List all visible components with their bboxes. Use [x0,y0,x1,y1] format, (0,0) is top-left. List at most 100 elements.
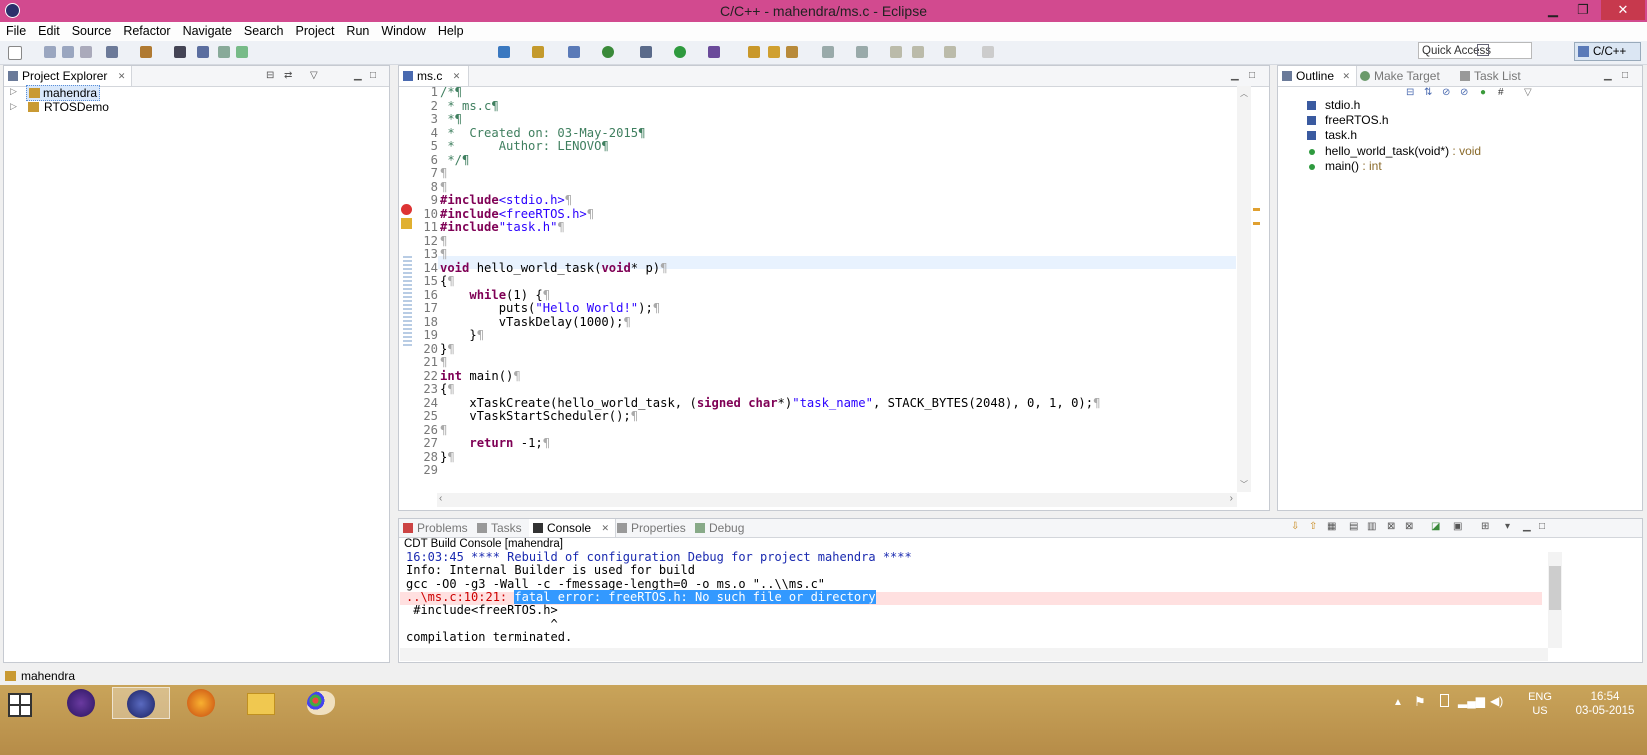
remove-all-icon[interactable]: ⊠ [1405,521,1413,532]
debug-tool-icon[interactable] [197,46,209,58]
open-perspective-icon[interactable] [1477,44,1489,56]
close-button[interactable]: ✕ [1601,0,1645,20]
code-editor[interactable]: 1/*¶ 2 * ms.c¶ 3 *¶ 4 * Created on: 03-May-… [410,85,1300,496]
menu-window[interactable]: Window [375,22,431,41]
view-menu-icon[interactable]: ▾ [1505,521,1510,532]
menu-run[interactable]: Run [340,22,375,41]
taskbar-file-explorer[interactable] [232,687,290,719]
input-language[interactable]: ENG US [1522,690,1558,718]
expand-arrow-icon[interactable]: ▷ [10,101,17,112]
tab-console[interactable]: Console ✕ [529,519,617,537]
minimize-view-icon[interactable]: ▁ [354,70,362,81]
taskbar-eclipse-1[interactable] [52,687,110,719]
debug-icon[interactable] [640,46,652,58]
close-tab-icon[interactable]: ✕ [118,66,126,86]
minimize-button[interactable]: ▁ [1538,0,1568,20]
menu-help[interactable]: Help [432,22,470,41]
menu-source[interactable]: Source [66,22,118,41]
new-folder-icon[interactable] [532,46,544,58]
sort-alpha-icon[interactable]: ⇅ [1424,87,1432,98]
flag-icon[interactable]: ⚑ [1414,694,1426,710]
open-folder-icon[interactable] [748,46,760,58]
open-type-icon[interactable] [768,46,780,58]
outline-include-item[interactable]: freeRTOS.h [1305,113,1389,128]
menu-refactor[interactable]: Refactor [117,22,176,41]
pin-icon[interactable] [982,46,994,58]
forward-icon[interactable] [944,46,956,58]
maximize-button[interactable]: ❐ [1568,0,1598,20]
scrollbar-thumb[interactable] [1549,566,1561,610]
print-icon[interactable] [80,46,92,58]
collapse-all-icon[interactable]: ⊟ [266,70,274,81]
tab-tasks[interactable]: Tasks [473,519,528,537]
expand-arrow-icon[interactable]: ▷ [10,86,17,97]
tree-item-rtosdemo[interactable]: RTOSDemo [26,100,111,114]
menu-project[interactable]: Project [290,22,341,41]
view-menu-icon[interactable]: ▽ [1524,87,1532,98]
outline-include-item[interactable]: task.h [1305,128,1357,143]
menu-file[interactable]: File [0,22,32,41]
outline-function-item[interactable]: hello_world_task(void*) : void [1305,144,1481,159]
tab-properties[interactable]: Properties [613,519,692,537]
show-when-output-icon[interactable]: ⇧ [1309,521,1317,532]
console-vertical-scrollbar[interactable] [1548,552,1562,648]
view-menu-icon[interactable]: ▽ [310,70,318,81]
volume-icon[interactable]: ◀) [1490,694,1503,708]
minimize-view-icon[interactable]: ▁ [1604,70,1612,81]
external-tools-icon[interactable] [708,46,720,58]
sort-icon[interactable]: ⊟ [1406,87,1414,98]
last-edit-icon[interactable] [890,46,902,58]
tab-task-list[interactable]: Task List [1456,66,1527,86]
menu-navigate[interactable]: Navigate [177,22,238,41]
system-clock[interactable]: 16:54 03-05-2015 [1568,690,1642,718]
minimize-view-icon[interactable]: ▁ [1523,521,1531,532]
refresh-icon[interactable] [602,46,614,58]
tab-project-explorer[interactable]: Project Explorer ✕ [4,66,133,86]
build-hammer-icon[interactable] [140,46,152,58]
close-tab-icon[interactable]: ✕ [453,66,461,86]
menu-search[interactable]: Search [238,22,290,41]
taskbar-eclipse-2[interactable] [112,687,170,719]
battery-icon[interactable] [1440,694,1449,707]
hide-nonpublic-icon[interactable]: ● [1480,87,1486,98]
taskbar-paint[interactable] [292,687,350,719]
back-icon[interactable] [912,46,924,58]
next-annotation-icon[interactable] [822,46,834,58]
new-file-icon[interactable] [8,46,22,60]
tree-item-mahendra[interactable]: mahendra [26,85,101,101]
maximize-view-icon[interactable]: □ [1249,70,1255,81]
error-message-selection[interactable]: fatal error: freeRTOS.h: No such file or… [514,589,876,604]
close-tab-icon[interactable]: ✕ [1342,66,1350,86]
prev-annotation-icon[interactable] [856,46,868,58]
hide-fields-icon[interactable]: ⊘ [1442,87,1450,98]
error-location[interactable]: ..\ms.c:10:21: [406,590,514,604]
minimize-view-icon[interactable]: ▁ [1231,70,1239,81]
save-all-icon[interactable] [62,46,74,58]
remove-launch-icon[interactable]: ⊠ [1387,521,1395,532]
tab-debug[interactable]: Debug [691,519,750,537]
quick-access-input[interactable]: Quick Access [1418,42,1532,59]
outline-include-item[interactable]: stdio.h [1305,98,1360,113]
close-tab-icon[interactable]: ✕ [601,519,609,537]
tab-ms-c[interactable]: ms.c ✕ [399,66,470,86]
tab-outline[interactable]: Outline ✕ [1278,66,1358,86]
maximize-view-icon[interactable]: □ [1539,521,1545,532]
new-class-icon[interactable] [568,46,580,58]
clean-icon[interactable] [218,46,230,58]
word-wrap-icon[interactable]: ▥ [1367,521,1376,532]
gear-icon[interactable] [106,46,118,58]
tool-icon[interactable] [236,46,248,58]
hide-static-icon[interactable]: ⊘ [1460,87,1468,98]
clear-console-icon[interactable]: ▦ [1327,521,1336,532]
windows-start-icon[interactable] [8,693,32,717]
hide-macros-icon[interactable]: # [1498,87,1504,98]
tab-make-target[interactable]: Make Target [1356,66,1446,86]
save-icon[interactable] [44,46,56,58]
pin-console-icon[interactable]: ◪ [1431,521,1440,532]
new-project-icon[interactable] [498,46,510,58]
scroll-lock-icon[interactable]: ⇩ [1291,521,1299,532]
show-hidden-icons[interactable]: ▲ [1393,697,1403,708]
copy-icon[interactable]: ▤ [1349,521,1358,532]
open-console-icon[interactable]: ⊞ [1481,521,1489,532]
network-signal-icon[interactable]: ▂▄▆ [1458,694,1485,708]
